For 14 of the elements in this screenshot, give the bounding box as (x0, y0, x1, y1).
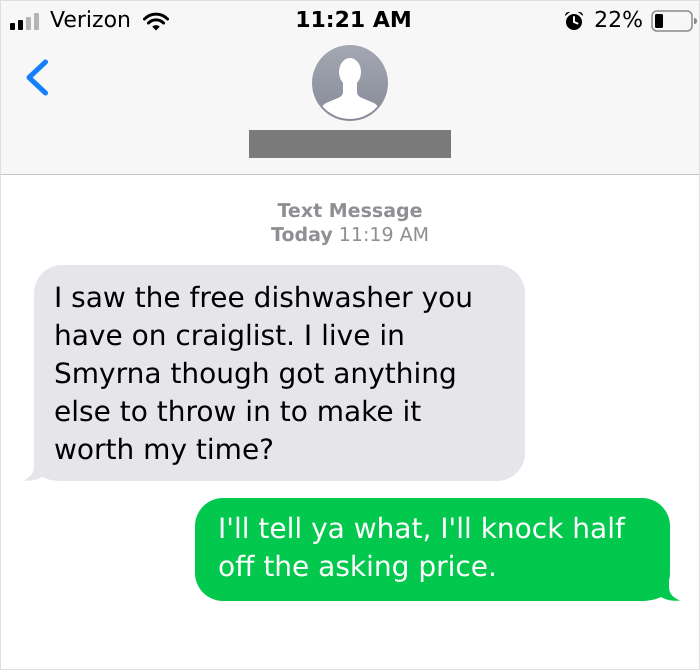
back-button[interactable] (25, 59, 49, 96)
alarm-clock-icon (564, 11, 584, 31)
service-label: Text Message (278, 199, 422, 223)
message-text: I saw the free dishwasher you have on craiglist. I live in Smyrna though got anything else to throw in to make it worth my time? (54, 280, 474, 468)
chevron-left-icon (25, 59, 49, 96)
message-text: I'll tell ya what, I'll knock half off the asking price. (218, 511, 626, 585)
battery-percent: 22% (594, 8, 643, 34)
wifi-icon (143, 12, 169, 30)
status-time: 11:21 AM (294, 8, 413, 34)
carrier-name: Verizon (50, 8, 131, 34)
signal-icon (10, 12, 42, 30)
battery-icon (651, 10, 697, 32)
message-timestamp: Today 11:19 AM (271, 223, 429, 247)
avatar-icon (312, 45, 388, 121)
